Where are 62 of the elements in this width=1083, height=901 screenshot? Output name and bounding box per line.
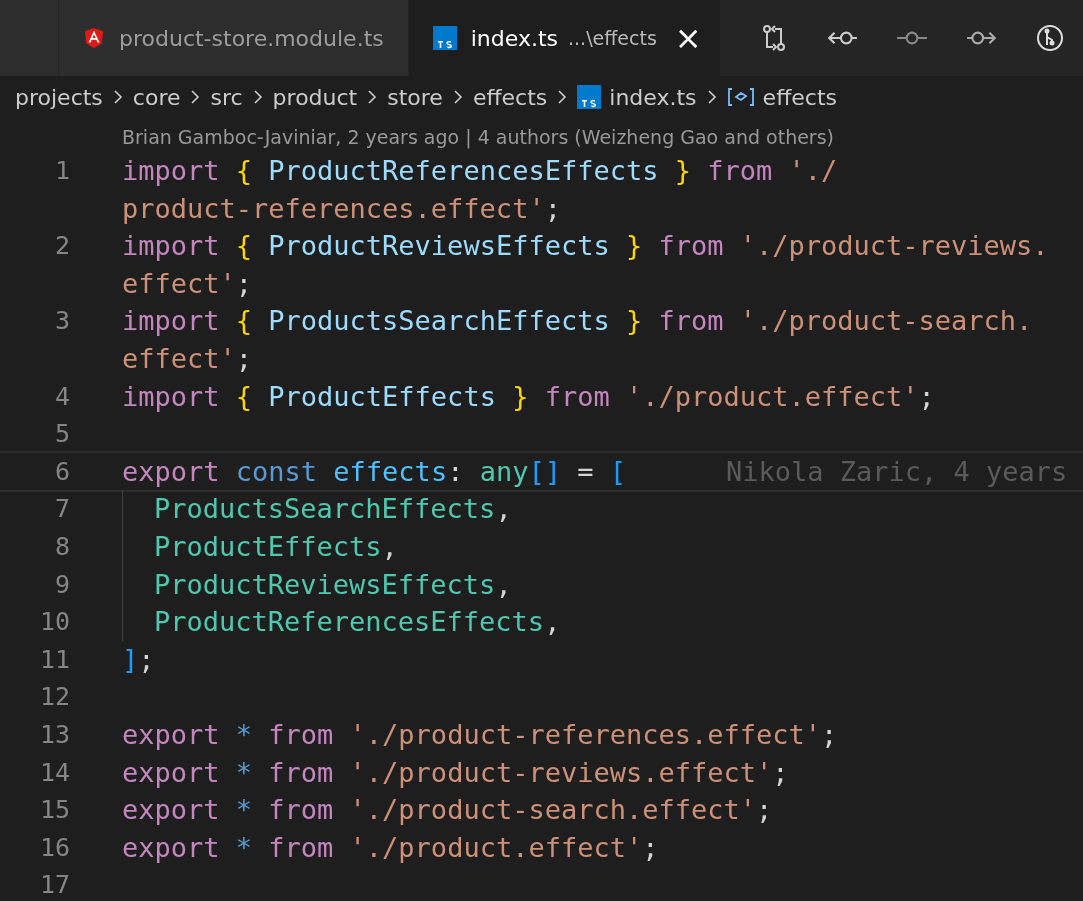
chevron-icon [252,89,263,105]
editor-tab[interactable]: index.ts ...\effects × [408,0,721,76]
line-number: 10 [39,607,70,637]
code-line: import { ProductReviewsEffects } from './product-reviews. [122,229,1049,264]
line-number: 17 [39,870,70,900]
breadcrumb-item[interactable]: store [387,84,443,110]
breadcrumb-item[interactable]: effects [762,84,837,110]
code-line: ProductsSearchEffects, [154,492,512,527]
tab-label: product-store.module.ts [119,25,384,51]
code-line: product-references.effect'; [122,191,561,226]
tab-label: index.ts [470,25,558,51]
breadcrumb-item[interactable]: core [132,84,181,110]
code-line: ]; [122,642,155,677]
code-line: export * from './product.effect'; [122,830,659,865]
line-number: 1 [54,156,70,185]
line-number: 16 [39,832,70,862]
ts-file-icon [432,26,457,50]
line-number: 7 [54,494,70,524]
code-line: export const effects: any[] = [ [122,454,626,489]
code-line: ProductEffects, [154,529,398,564]
chevron-icon [452,89,463,105]
blame-annotation: Nikola Zaric, 4 years [726,454,1068,489]
chevron-icon [367,89,378,105]
code-line: effect'; [122,266,253,301]
breadcrumb-item[interactable]: effects [472,84,548,110]
breadcrumb-item[interactable]: src [210,84,243,110]
code-line: import { ProductsSearchEffects } from './product-search. [122,304,1033,339]
variable-icon [726,87,755,107]
chevron-icon [190,89,201,105]
breadcrumb-item[interactable]: projects [15,84,103,110]
line-number: 4 [54,381,70,411]
line-number: 3 [54,306,70,336]
line-number: 9 [54,569,70,599]
line-number: 2 [54,231,70,261]
code-line: import { ProductEffects } from './product.effect'; [122,379,935,414]
code-line: import { ProductReferencesEffects } from './ [122,154,838,188]
breadcrumb-item[interactable]: index.ts [609,84,697,110]
code-line: effect'; [122,341,253,376]
line-number: 15 [39,795,70,825]
code-line: export * from './product-reviews.effect'; [122,755,789,790]
chevron-icon [706,89,717,105]
chevron-icon [112,89,123,105]
line-number: 6 [54,456,70,486]
line-number: 11 [39,644,70,674]
code-line: export * from './product-references.effect'; [122,717,838,752]
chevron-icon [557,89,568,105]
code-line: export * from './product-search.effect'; [122,793,773,828]
blame-annotation[interactable]: Brian Gamboc-Javiniar, 2 years ago | 4 authors (Weizheng Gao and others) [122,118,1083,152]
line-number: 5 [54,419,70,449]
shield-icon [83,27,105,49]
line-number: 8 [54,531,70,561]
close-button[interactable]: × [670,22,706,54]
tab-description: ...\effects [568,27,657,49]
git-graph-icon[interactable] [1035,24,1064,52]
breadcrumb-item[interactable]: product [272,84,358,110]
editor-tab[interactable]: product-store.module.ts [59,0,409,76]
code-line: ProductReviewsEffects, [154,567,512,602]
ts-file-icon [577,85,602,109]
line-number: 12 [39,682,70,712]
line-number: 13 [39,719,70,749]
line-number: 14 [39,757,70,787]
code-line: ProductReferencesEffects, [154,605,561,640]
